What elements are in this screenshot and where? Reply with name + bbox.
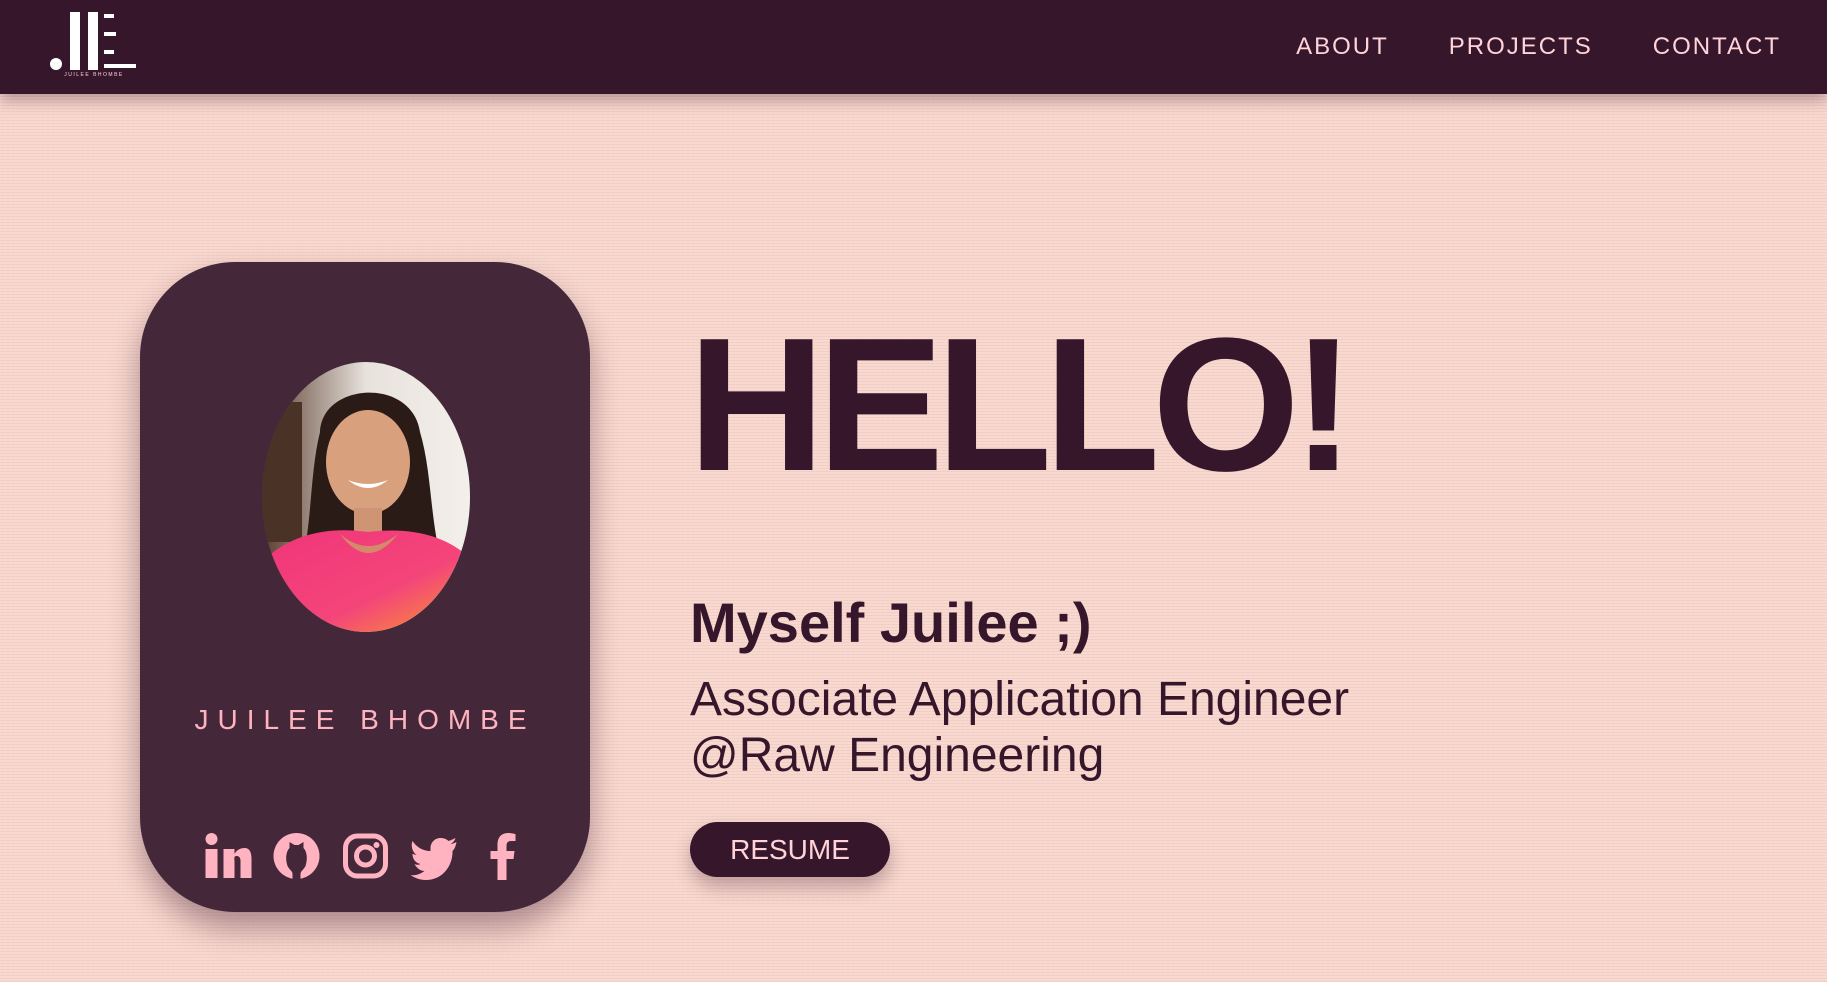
resume-button[interactable]: RESUME xyxy=(690,822,890,877)
profile-photo xyxy=(262,362,470,632)
avatar xyxy=(262,362,470,632)
instagram-link[interactable] xyxy=(341,830,390,882)
twitter-icon xyxy=(410,838,456,880)
nav-link-contact[interactable]: CONTACT xyxy=(1653,33,1781,61)
role-company: @Raw Engineering xyxy=(690,729,1105,782)
twitter-link[interactable] xyxy=(410,830,459,882)
github-link[interactable] xyxy=(272,830,321,882)
hero-intro: Myself Juilee ;) xyxy=(690,591,1092,654)
nav-link-about[interactable]: ABOUT xyxy=(1296,33,1389,61)
profile-card: JUILEE BHOMBE xyxy=(140,262,590,912)
nav-link-projects[interactable]: PROJECTS xyxy=(1449,33,1593,61)
role-title: Associate Application Engineer xyxy=(690,673,1350,726)
main-nav: ABOUT PROJECTS CONTACT xyxy=(1296,0,1781,94)
profile-name: JUILEE BHOMBE xyxy=(194,704,536,735)
github-icon xyxy=(273,833,319,879)
logo-monogram-icon xyxy=(50,12,136,70)
site-logo[interactable]: JUILEE BHOMBE xyxy=(48,10,140,82)
instagram-icon xyxy=(342,833,388,879)
logo-caption: JUILEE BHOMBE xyxy=(64,72,124,78)
facebook-link[interactable] xyxy=(479,830,528,882)
hero-greeting: HELLO! xyxy=(688,299,1355,511)
hero-role: Associate Application Engineer @Raw Engi… xyxy=(690,672,1349,784)
linkedin-icon xyxy=(205,833,251,878)
social-links xyxy=(140,830,590,882)
facebook-icon xyxy=(490,833,515,880)
linkedin-link[interactable] xyxy=(203,830,252,882)
top-navbar: JUILEE BHOMBE ABOUT PROJECTS CONTACT xyxy=(0,0,1827,94)
